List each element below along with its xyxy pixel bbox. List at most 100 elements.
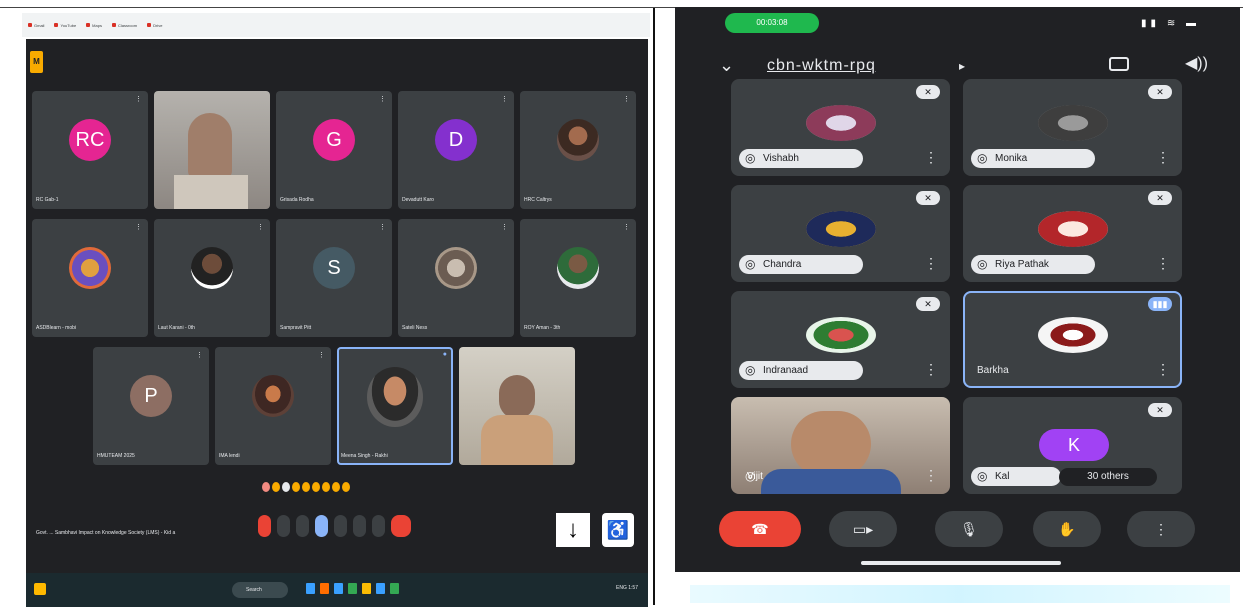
more-icon[interactable]: ⋮ (1156, 149, 1170, 166)
more-icon[interactable]: ⋮ (924, 255, 938, 272)
meeting-code[interactable]: cbn-wktm-rpq (767, 57, 876, 75)
participant-tile[interactable]: ✕ Monika ⋮ (963, 79, 1182, 176)
participant-tile[interactable]: ⋮ IMA lendi (215, 347, 331, 465)
participant-tile[interactable]: ⋮ ASDBlearn - mobi (32, 219, 148, 337)
reaction-icon[interactable] (322, 482, 330, 492)
participant-tile[interactable]: RC ⋮ RC Gab-1 (32, 91, 148, 209)
camera-icon[interactable]: ▭▸ (829, 511, 897, 547)
reaction-icon[interactable] (292, 482, 300, 492)
system-tray[interactable]: ENG 1:57 (616, 585, 638, 591)
app-icon[interactable] (362, 583, 371, 594)
participant-name: HMUTEAM 2025 (97, 453, 135, 459)
app-icon[interactable] (348, 583, 357, 594)
more-icon[interactable]: ⋮ (318, 351, 325, 359)
participant-tile[interactable]: S ⋮ Sampravit Pitt (276, 219, 392, 337)
app-icon[interactable] (306, 583, 315, 594)
app-icon[interactable] (320, 583, 329, 594)
present-button[interactable] (334, 515, 347, 537)
camera-switch-icon[interactable] (1109, 57, 1129, 71)
participant-tile[interactable]: ⋮ Laut Karani - 0th (154, 219, 270, 337)
participant-tile[interactable]: ⋮ Sateli Ness (398, 219, 514, 337)
reaction-icon[interactable] (342, 482, 350, 492)
mic-icon[interactable]: 🎙 (935, 511, 1003, 547)
bookmark[interactable]: Maps (86, 23, 102, 28)
camera-button[interactable] (277, 515, 290, 537)
reaction-icon[interactable] (272, 482, 280, 492)
participant-tile[interactable]: G ⋮ Grisada Rodha (276, 91, 392, 209)
start-icon[interactable] (34, 583, 46, 595)
reaction-icon[interactable] (312, 482, 320, 492)
more-options-button[interactable] (372, 515, 385, 537)
end-call-icon[interactable]: ☎ (719, 511, 801, 547)
chevron-down-icon[interactable]: ⌄ (719, 55, 734, 76)
taskbar-search[interactable]: Search (232, 582, 288, 598)
more-icon[interactable]: ⋮ (924, 467, 938, 484)
more-icon[interactable]: ⋮ (1156, 255, 1170, 272)
app-icon[interactable] (376, 583, 385, 594)
more-icon[interactable]: ⋮ (623, 223, 630, 231)
more-icon[interactable]: ⋮ (379, 95, 386, 103)
more-icon[interactable]: ⋮ (257, 223, 264, 231)
more-icon[interactable]: ⋮ (924, 361, 938, 378)
participant-tile[interactable]: ✕ Riya Pathak ⋮ (963, 185, 1182, 282)
reaction-icon[interactable] (262, 482, 270, 492)
participant-tile[interactable]: ✕ K Kal 30 others (963, 397, 1182, 494)
bookmark[interactable]: Drive (147, 23, 162, 28)
participant-video-tile[interactable]: Vijit ⋮ (731, 397, 950, 494)
more-icon[interactable]: ⋮ (196, 351, 203, 359)
video-shirt (174, 175, 248, 209)
participant-tile-speaking[interactable]: ● Meena Singh - Rakhi (337, 347, 453, 465)
leave-call-button[interactable] (391, 515, 411, 537)
captions-button[interactable] (296, 515, 309, 537)
avatar (367, 367, 423, 427)
more-icon[interactable]: ⋮ (135, 223, 142, 231)
participant-name: IMA lendi (219, 453, 240, 459)
more-icon[interactable]: ⋮ (501, 95, 508, 103)
participant-tile-speaking[interactable]: ▮▮▮ Barkha ⋮ (963, 291, 1182, 388)
caret-right-icon[interactable]: ▸ (959, 59, 965, 73)
reaction-icon[interactable] (332, 482, 340, 492)
participant-tile[interactable]: P ⋮ HMUTEAM 2025 (93, 347, 209, 465)
others-count[interactable]: 30 others (1059, 468, 1157, 486)
reactions-bar[interactable] (262, 482, 350, 492)
participant-name: Laut Karani - 0th (158, 325, 195, 331)
more-icon[interactable]: ⋮ (1156, 361, 1170, 378)
mic-off-button[interactable] (258, 515, 271, 537)
participant-name: ASDBlearn - mobi (36, 325, 77, 331)
more-icon[interactable]: ⋮ (135, 95, 142, 103)
speaker-icon[interactable]: ◀)) (1185, 53, 1208, 73)
avatar (806, 211, 876, 247)
participant-video-tile[interactable] (459, 347, 575, 465)
video-person (188, 113, 232, 179)
raise-hand-icon[interactable]: ✋ (1033, 511, 1101, 547)
more-icon[interactable]: ⋮ (501, 223, 508, 231)
participant-tile[interactable]: ⋮ ROY Aman - 3th (520, 219, 636, 337)
more-icon[interactable]: ⋮ (924, 149, 938, 166)
participant-tile[interactable]: ✕ Vishabh ⋮ (731, 79, 950, 176)
participant-tile[interactable]: ✕ Indranaad ⋮ (731, 291, 950, 388)
down-arrow-icon[interactable]: ↓ (556, 513, 590, 547)
reaction-icon[interactable] (282, 482, 290, 492)
speaking-indicator: ● (442, 351, 447, 358)
bookmark[interactable]: YouTube (54, 23, 76, 28)
app-icon[interactable] (334, 583, 343, 594)
background-smear (690, 585, 1230, 603)
participant-name: HRC Caltrys (524, 197, 552, 203)
app-icon[interactable] (390, 583, 399, 594)
more-icon[interactable]: ⋮ (623, 95, 630, 103)
emoji-button[interactable] (353, 515, 366, 537)
participant-video-tile[interactable] (154, 91, 270, 209)
raise-hand-button[interactable] (315, 515, 328, 537)
mic-off-icon: ✕ (916, 297, 940, 311)
participant-tile[interactable]: D ⋮ Devadutt Karo (398, 91, 514, 209)
accessibility-icon[interactable]: ♿ (602, 513, 634, 547)
meet-logo: M (30, 51, 43, 73)
participant-name: Barkha (977, 365, 1009, 376)
participant-tile[interactable]: ✕ Chandra ⋮ (731, 185, 950, 282)
more-options-icon[interactable]: ⋮ (1127, 511, 1195, 547)
participant-tile[interactable]: ⋮ HRC Caltrys (520, 91, 636, 209)
bookmark[interactable]: Gmail (28, 23, 44, 28)
more-icon[interactable]: ⋮ (379, 223, 386, 231)
reaction-icon[interactable] (302, 482, 310, 492)
bookmark[interactable]: Classroom (112, 23, 137, 28)
